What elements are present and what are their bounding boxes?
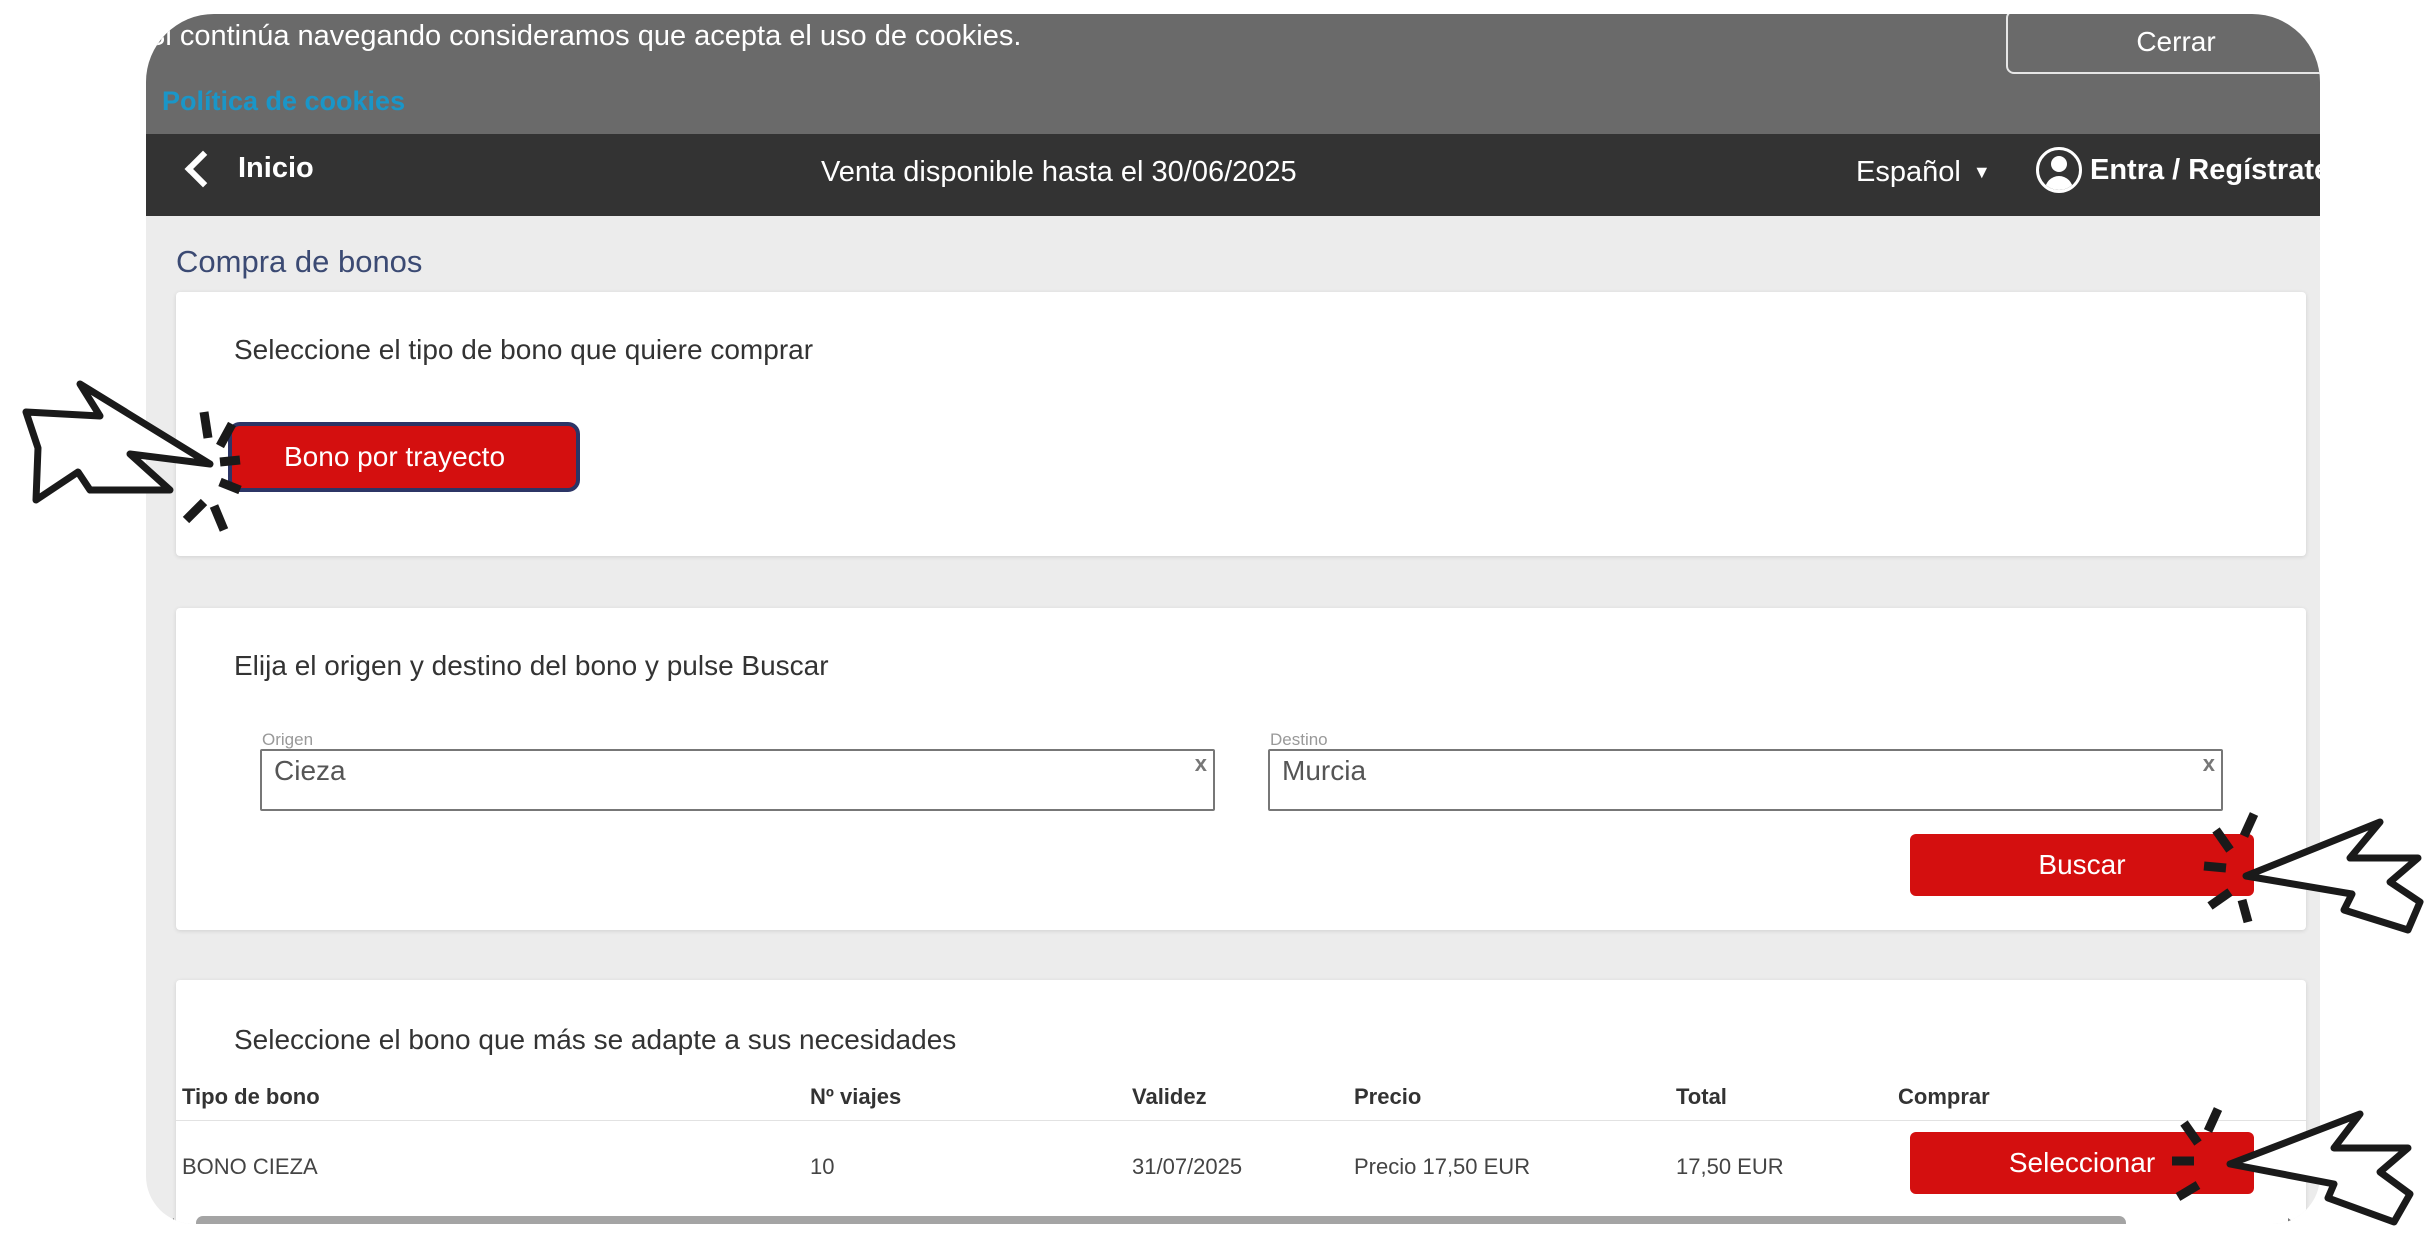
cookie-policy-link[interactable]: Política de cookies — [162, 86, 405, 117]
login-register-link[interactable]: Entra / Regístrate — [2036, 147, 2320, 193]
login-label: Entra / Regístrate — [2090, 153, 2320, 186]
destination-input[interactable]: Murcia x — [1268, 749, 2223, 811]
route-heading: Elija el origen y destino del bono y pul… — [234, 650, 829, 681]
route-search-card: Elija el origen y destino del bono y pul… — [176, 608, 2306, 930]
chevron-left-icon — [184, 150, 222, 187]
cookie-close-button[interactable]: Cerrar — [2006, 14, 2320, 74]
horizontal-scrollbar[interactable] — [166, 1214, 2296, 1224]
results-card: Seleccione el bono que más se adapte a s… — [176, 980, 2306, 1224]
click-burst-icon — [182, 411, 242, 532]
language-selector[interactable]: Español ▼ — [1856, 156, 1991, 189]
bono-type-card: Seleccione el tipo de bono que quiere co… — [176, 292, 2306, 556]
page-title: Compra de bonos — [176, 244, 423, 279]
caret-down-icon: ▼ — [1972, 162, 1991, 182]
clear-origin-icon[interactable]: x — [1195, 751, 1207, 777]
cookie-message: Si continúa navegando consideramos que a… — [146, 20, 1022, 52]
col-total: Total — [1676, 1084, 1727, 1109]
back-home-link[interactable]: Inicio — [182, 150, 314, 187]
results-table-header: Tipo de bono Nº viajes Validez Precio To… — [176, 1080, 2306, 1121]
col-precio: Precio — [1354, 1084, 1422, 1109]
results-heading: Seleccione el bono que más se adapte a s… — [234, 1024, 957, 1055]
destination-value: Murcia — [1282, 755, 1367, 786]
origin-value: Cieza — [274, 755, 346, 786]
back-label: Inicio — [238, 152, 314, 184]
scroll-left-arrow-icon[interactable] — [166, 1218, 174, 1224]
top-navbar: Inicio Venta disponible hasta el 30/06/2… — [146, 134, 2320, 216]
scrollbar-thumb[interactable] — [196, 1216, 2126, 1224]
cookie-banner: Si continúa navegando consideramos que a… — [146, 14, 2320, 134]
browser-viewport: Si continúa navegando consideramos que a… — [146, 14, 2320, 1224]
row-tipo: BONO CIEZA — [182, 1154, 318, 1179]
clear-destination-icon[interactable]: x — [2203, 751, 2215, 777]
language-label: Español — [1856, 156, 1961, 188]
destination-label: Destino — [1270, 730, 1328, 749]
row-viajes: 10 — [810, 1154, 835, 1179]
origin-label: Origen — [262, 730, 314, 749]
row-precio: Precio 17,50 EUR — [1354, 1154, 1531, 1179]
bono-por-trayecto-button[interactable]: Bono por trayecto — [228, 422, 580, 492]
sale-availability-text: Venta disponible hasta el 30/06/2025 — [821, 156, 1297, 188]
bono-type-heading: Seleccione el tipo de bono que quiere co… — [234, 334, 814, 365]
origin-input[interactable]: Cieza x — [260, 749, 1215, 811]
col-num-viajes: Nº viajes — [810, 1084, 902, 1109]
user-icon — [2036, 147, 2082, 193]
row-validez: 31/07/2025 — [1132, 1154, 1243, 1179]
pointer-hand-icon — [2226, 1110, 2414, 1226]
col-validez: Validez — [1132, 1084, 1207, 1109]
row-total: 17,50 EUR — [1676, 1154, 1784, 1179]
pointer-hand-icon — [2242, 818, 2424, 934]
col-comprar: Comprar — [1898, 1084, 1990, 1109]
col-tipo-bono: Tipo de bono — [182, 1084, 320, 1109]
